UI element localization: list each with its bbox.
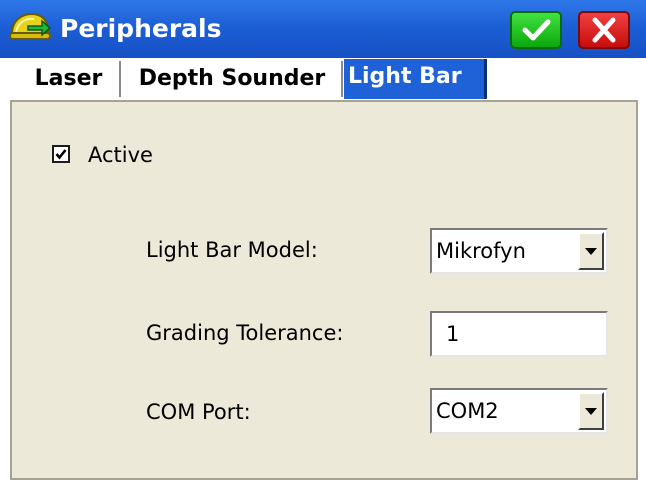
checkmark-icon — [522, 19, 551, 41]
title-bar: Peripherals — [0, 0, 646, 58]
light-bar-model-label: Light Bar Model: — [146, 238, 318, 262]
tab-strip: Laser Depth Sounder Light Bar — [0, 58, 646, 100]
com-port-select[interactable]: COM2 — [430, 388, 608, 434]
grading-tolerance-label: Grading Tolerance: — [146, 321, 344, 345]
com-port-value: COM2 — [436, 399, 499, 423]
check-icon — [55, 149, 67, 160]
tab-depth-sounder[interactable]: Depth Sounder — [123, 61, 343, 97]
active-checkbox[interactable] — [52, 145, 70, 163]
active-label: Active — [88, 143, 153, 167]
light-bar-model-select[interactable]: Mikrofyn — [430, 228, 608, 274]
com-port-dropdown-button[interactable] — [578, 392, 604, 430]
chevron-down-icon — [585, 248, 597, 255]
cancel-button[interactable] — [578, 11, 630, 49]
light-bar-model-value: Mikrofyn — [436, 239, 526, 263]
chevron-down-icon — [585, 408, 597, 415]
grading-tolerance-input[interactable]: 1 — [430, 311, 608, 357]
ok-button[interactable] — [510, 11, 562, 49]
light-bar-model-dropdown-button[interactable] — [578, 232, 604, 270]
com-port-label: COM Port: — [146, 400, 251, 424]
close-icon — [592, 17, 616, 43]
grading-tolerance-value: 1 — [446, 322, 460, 346]
tab-light-bar[interactable]: Light Bar — [344, 59, 487, 99]
tab-laser[interactable]: Laser — [18, 61, 121, 97]
surveyor-helmet-icon — [8, 12, 52, 46]
window-title: Peripherals — [60, 14, 222, 43]
